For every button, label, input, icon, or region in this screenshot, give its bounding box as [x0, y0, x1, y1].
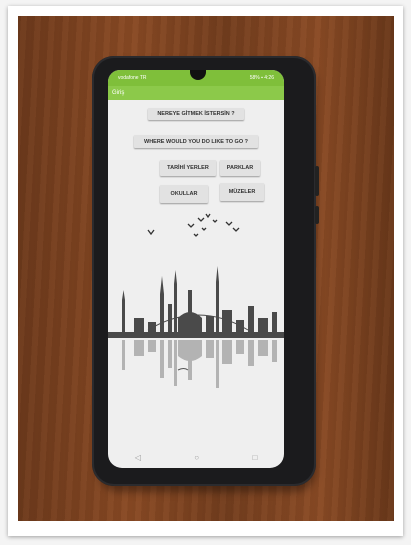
- home-icon[interactable]: ○: [194, 453, 199, 462]
- parks-button[interactable]: PARKLAR: [220, 160, 260, 176]
- volume-button: [315, 166, 319, 196]
- app-bar: Giriş: [108, 86, 284, 100]
- question-english-button[interactable]: WHERE WOULD YOU DO LIKE TO GO ?: [134, 135, 258, 148]
- istanbul-skyline-illustration: [108, 266, 284, 388]
- status-indicators: 58% ▪ 4:26: [249, 75, 274, 81]
- schools-button[interactable]: OKULLAR: [160, 185, 208, 203]
- main-content: NEREYE GİTMEK İSTERSİN ? WHERE WOULD YOU…: [108, 100, 284, 440]
- phone-screen: vodafone TR 58% ▪ 4:26 Giriş NEREYE GİTM…: [108, 70, 284, 468]
- historic-places-button[interactable]: TARİHİ YERLER: [160, 160, 216, 176]
- app-title: Giriş: [112, 90, 125, 96]
- navigation-bar: ◁ ○ □: [108, 446, 284, 468]
- recent-apps-icon[interactable]: □: [252, 453, 257, 462]
- birds-illustration: [147, 213, 240, 237]
- question-turkish-button[interactable]: NEREYE GİTMEK İSTERSİN ?: [148, 108, 244, 120]
- museums-button[interactable]: MÜZELER: [220, 183, 264, 201]
- back-icon[interactable]: ◁: [135, 453, 141, 462]
- carrier-label: vodafone TR: [118, 75, 147, 81]
- power-button: [315, 206, 319, 224]
